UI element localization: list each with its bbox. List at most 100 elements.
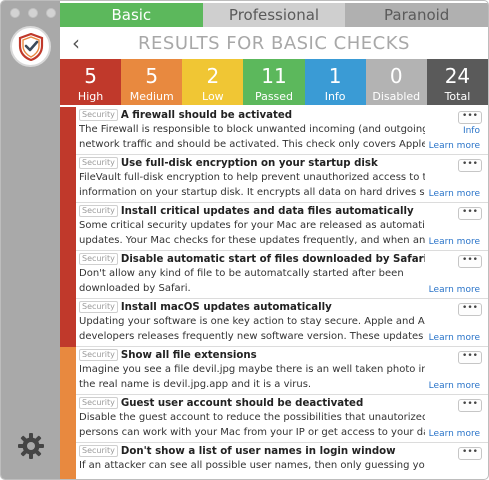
result-content: Security Guest user account should be dea… — [79, 396, 425, 440]
tab-professional[interactable]: Professional — [202, 3, 346, 27]
stat-low-label: Low — [202, 90, 224, 103]
learn-more-link[interactable]: Learn more — [429, 237, 480, 247]
result-title: Use full-disk encryption on your startup… — [120, 157, 378, 169]
result-description: information on your startup disk. It enc… — [79, 187, 425, 198]
stat-medium[interactable]: 5 Medium — [121, 59, 183, 105]
result-description: the real name is devil.jpg.app and it is… — [79, 379, 312, 390]
tab-basic[interactable]: Basic — [60, 3, 203, 27]
severity-indicator — [60, 203, 76, 251]
stat-info[interactable]: 1 Info — [304, 59, 366, 105]
app-window: Basic Professional Paranoid ‹ RESULTS FO… — [0, 0, 489, 480]
result-content: Security A firewall should be activated Th… — [79, 108, 425, 152]
result-description: Disable the guest account to reduce the … — [79, 412, 425, 423]
shield-check-icon — [18, 32, 43, 61]
stat-low-count: 2 — [206, 64, 220, 88]
stat-info-label: Info — [324, 90, 346, 103]
result-row[interactable]: Security A firewall should be activated Th… — [60, 107, 488, 155]
result-heading: Security Disable automatic start of files… — [79, 252, 425, 266]
category-badge: Security — [79, 205, 118, 217]
result-description: Imagine you see a file devil.jpg maybe t… — [79, 364, 425, 375]
zoom-window-button[interactable] — [46, 8, 56, 18]
result-heading: Security A firewall should be activated — [79, 108, 425, 122]
level-tabs: Basic Professional Paranoid — [60, 3, 488, 27]
stat-medium-count: 5 — [145, 64, 159, 88]
result-heading: Security Install macOS updates automatica… — [79, 300, 425, 314]
more-options-button[interactable]: ••• — [458, 303, 482, 316]
result-heading: Security Install critical updates and dat… — [79, 204, 425, 218]
result-description: developers releases frequently new softw… — [79, 331, 425, 342]
result-content: Security Use full-disk encryption on your… — [79, 156, 425, 200]
result-description: Some critical security updates for your … — [79, 220, 425, 231]
result-content: Security Don't show a list of user names … — [79, 444, 425, 473]
result-content: Security Install macOS updates automatica… — [79, 300, 425, 344]
result-content: Security Show all file extensions Imagine … — [79, 348, 425, 392]
more-options-button[interactable]: ••• — [458, 255, 482, 268]
result-description: Updating your software is one key action… — [79, 316, 425, 327]
more-options-button[interactable]: ••• — [458, 351, 482, 364]
stat-high-label: High — [77, 90, 104, 103]
severity-indicator — [60, 347, 76, 395]
result-title: Guest user account should be deactivated — [120, 397, 364, 409]
learn-more-link[interactable]: Learn more — [429, 381, 480, 391]
result-description: Don't allow any kind of file to be autom… — [79, 268, 404, 279]
result-description: downloaded by Safari. — [79, 283, 191, 294]
more-options-button[interactable]: ••• — [458, 207, 482, 220]
more-options-button[interactable]: ••• — [458, 159, 482, 172]
stat-info-count: 1 — [328, 64, 342, 88]
learn-more-link[interactable]: Learn more — [429, 285, 480, 295]
summary-stats: 5 High 5 Medium 2 Low 11 Passed 1 Info 0 Disabled 24… — [60, 59, 488, 105]
info-link[interactable]: Info — [463, 126, 480, 136]
severity-indicator — [60, 299, 76, 347]
result-heading: Security Use full-disk encryption on your… — [79, 156, 425, 170]
result-row[interactable]: Security Use full-disk encryption on your… — [60, 155, 488, 203]
result-heading: Security Show all file extensions — [79, 348, 425, 362]
learn-more-link[interactable]: Learn more — [429, 141, 480, 151]
category-badge: Security — [79, 397, 118, 409]
result-row[interactable]: Security Show all file extensions Imagine … — [60, 347, 488, 395]
result-content: Security Disable automatic start of files… — [79, 252, 425, 296]
result-description: updates. Your Mac checks for these updat… — [79, 235, 425, 246]
result-heading: Security Don't show a list of user names … — [79, 444, 425, 458]
app-logo — [10, 26, 51, 67]
stat-disabled-count: 0 — [389, 64, 403, 88]
more-options-button[interactable]: ••• — [458, 111, 482, 124]
category-badge: Security — [79, 157, 118, 169]
category-badge: Security — [79, 301, 118, 313]
result-description: network traffic and should be activated.… — [79, 139, 425, 150]
learn-more-link[interactable]: Learn more — [429, 189, 480, 199]
stat-total[interactable]: 24 Total — [426, 59, 488, 105]
results-header: ‹ RESULTS FOR BASIC CHECKS — [60, 29, 488, 59]
learn-more-link[interactable]: Learn more — [429, 429, 480, 439]
category-badge: Security — [79, 109, 118, 121]
more-options-button[interactable]: ••• — [458, 447, 482, 460]
result-row[interactable]: Security Guest user account should be dea… — [60, 395, 488, 443]
more-options-button[interactable]: ••• — [458, 399, 482, 412]
tab-paranoid[interactable]: Paranoid — [345, 3, 488, 27]
severity-indicator — [60, 107, 76, 155]
result-row[interactable]: Security Don't show a list of user names … — [60, 443, 488, 479]
stat-high[interactable]: 5 High — [60, 59, 122, 105]
stat-passed[interactable]: 11 Passed — [243, 59, 305, 105]
minimize-window-button[interactable] — [28, 8, 38, 18]
result-title: Don't show a list of user names in login… — [120, 445, 396, 457]
category-badge: Security — [79, 349, 118, 361]
result-row[interactable]: Security Install critical updates and dat… — [60, 203, 488, 251]
stat-low[interactable]: 2 Low — [182, 59, 244, 105]
result-row[interactable]: Security Install macOS updates automatica… — [60, 299, 488, 347]
result-description: persons can work with your Mac from your… — [79, 427, 425, 438]
stat-total-count: 24 — [444, 64, 471, 88]
result-title: Show all file extensions — [120, 349, 257, 361]
severity-indicator — [60, 395, 76, 443]
result-description: The Firewall is responsible to block unw… — [79, 124, 425, 135]
close-window-button[interactable] — [10, 8, 20, 18]
result-title: Disable automatic start of files downloa… — [120, 253, 425, 265]
result-description: FileVault full-disk encryption to help p… — [79, 172, 425, 183]
severity-indicator — [60, 443, 76, 479]
stat-total-label: Total — [444, 90, 471, 103]
result-row[interactable]: Security Disable automatic start of files… — [60, 251, 488, 299]
learn-more-link[interactable]: Learn more — [429, 333, 480, 343]
stat-disabled[interactable]: 0 Disabled — [365, 59, 427, 105]
result-description: If an attacker can see all possible user… — [79, 460, 425, 471]
settings-gear-icon[interactable] — [16, 431, 46, 461]
severity-indicator — [60, 155, 76, 203]
